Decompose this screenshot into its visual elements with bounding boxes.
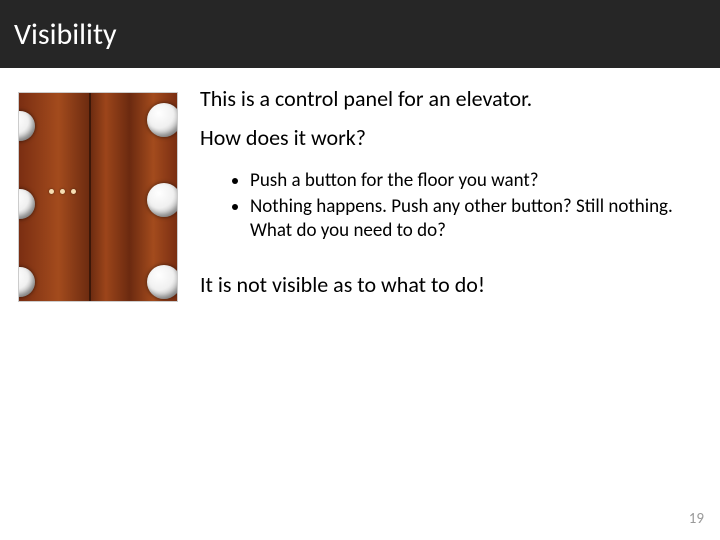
intro-text: This is a control panel for an elevator.: [200, 86, 702, 112]
slide-title: Visibility: [14, 16, 117, 53]
title-bar: Visibility: [0, 0, 720, 68]
page-number: 19: [689, 510, 704, 528]
braille-dots-icon: [49, 189, 76, 194]
text-column: This is a control panel for an elevator.…: [180, 86, 702, 302]
content-area: This is a control panel for an elevator.…: [0, 68, 720, 302]
bullet-item: Nothing happens. Push any other button? …: [250, 195, 702, 243]
image-column: [18, 86, 180, 302]
question-text: How does it work?: [200, 124, 702, 151]
slide: Visibility This is a control pane: [0, 0, 720, 540]
closing-text: It is not visible as to what to do!: [200, 271, 702, 298]
bullet-list: Push a button for the floor you want? No…: [200, 169, 702, 242]
elevator-button-icon: [147, 183, 178, 217]
elevator-panel-image: [18, 92, 178, 302]
panel-seam: [89, 93, 91, 301]
elevator-button-icon: [147, 265, 178, 299]
bullet-item: Push a button for the floor you want?: [250, 169, 702, 193]
elevator-button-icon: [147, 103, 178, 137]
